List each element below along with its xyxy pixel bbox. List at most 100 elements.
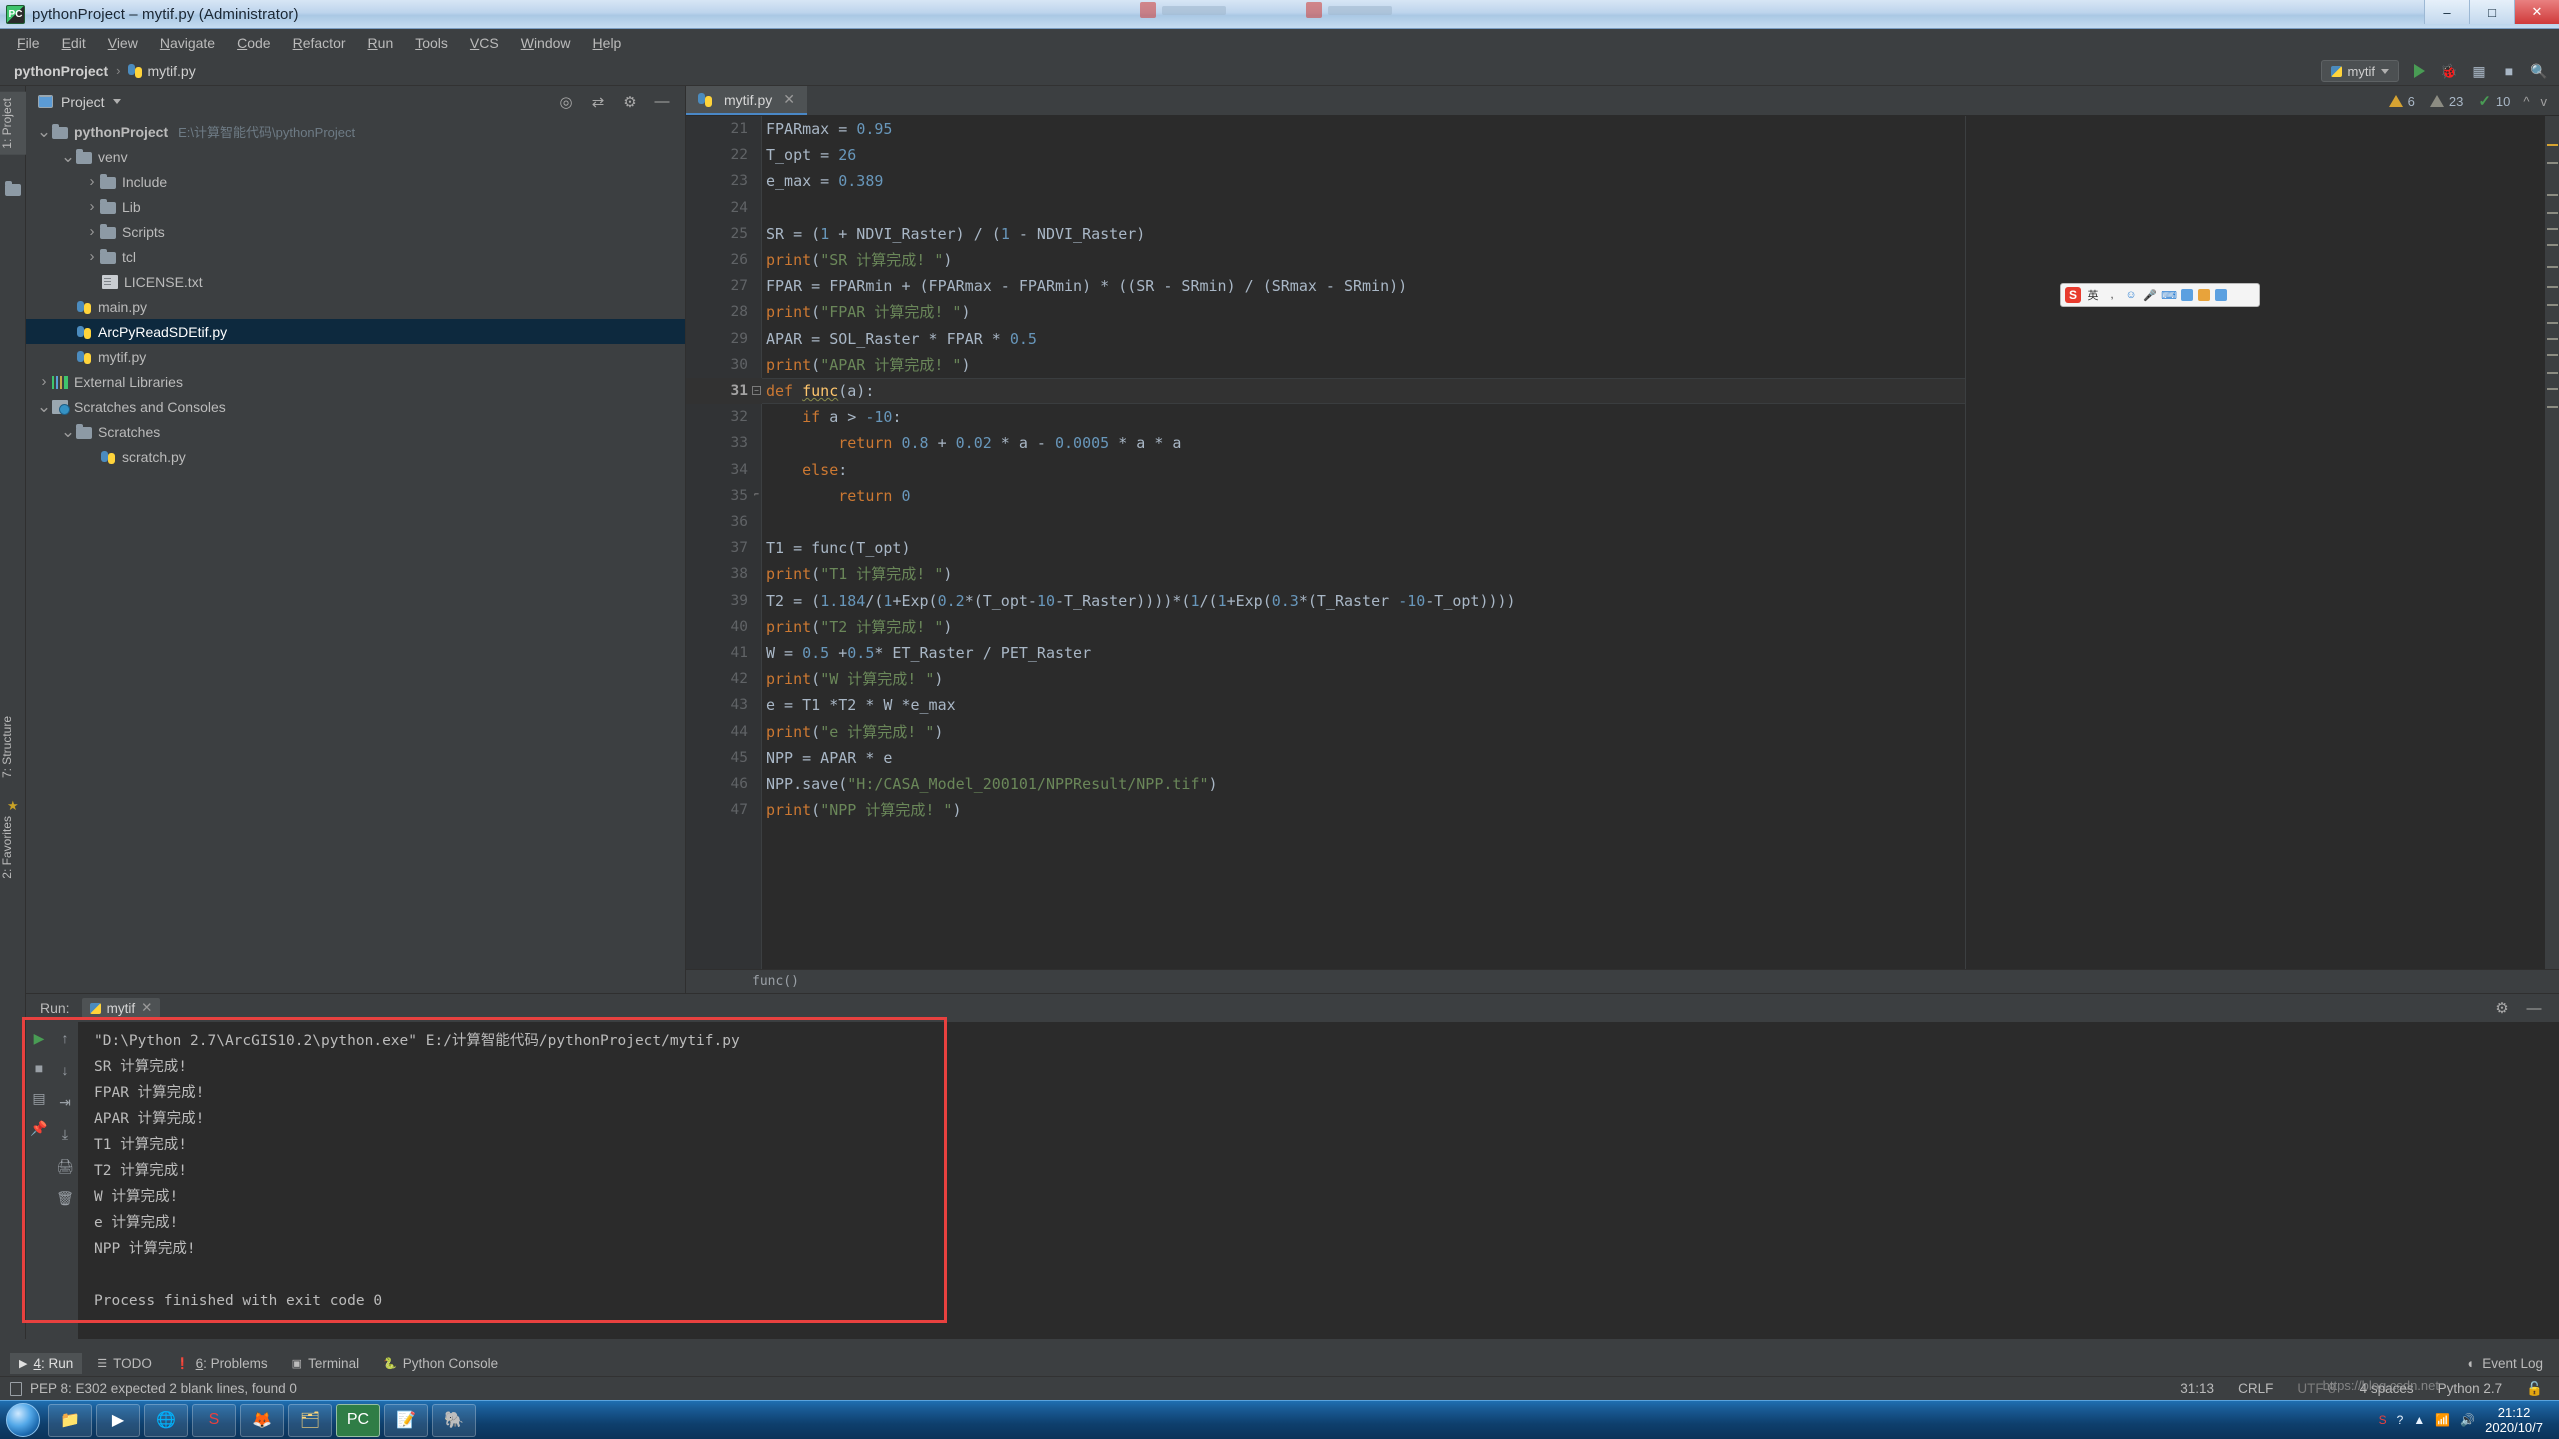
gear-icon[interactable]: ⚙ [2493,999,2511,1017]
taskbar-clock[interactable]: 21:12 2020/10/7 [2485,1405,2549,1435]
sidebar-item-project[interactable]: 1: Project [0,92,26,155]
ime-toolbar[interactable]: S 英 , ☺ 🎤 ⌨ [2060,283,2260,307]
breadcrumb-file[interactable]: mytif.py [147,63,195,79]
chevron-down-icon[interactable]: ⌄ [36,124,52,140]
tree-item-main-py[interactable]: main.py [26,294,685,319]
prev-problem-icon[interactable]: ^ [2519,94,2533,109]
unlocked-icon[interactable]: 🔓 [2526,1381,2543,1397]
error-stripe-mark[interactable] [2547,162,2558,164]
tree-item-arcpyreadsdetif-py[interactable]: ArcPyReadSDEtif.py [26,319,685,344]
bottom-tab-terminal[interactable]: ▣Terminal [283,1353,368,1374]
chevron-right-icon[interactable]: › [84,199,100,215]
taskbar-pycharm-icon[interactable]: PC [336,1404,380,1437]
chevron-down-icon[interactable]: ⌄ [60,149,76,165]
menu-item-help[interactable]: Help [582,32,633,54]
error-stripe-mark[interactable] [2547,212,2558,214]
error-stripe-mark[interactable] [2547,354,2558,356]
code-fold-icon[interactable]: − [752,386,761,395]
tree-item-mytif-py[interactable]: mytif.py [26,344,685,369]
scroll-to-end-icon[interactable]: ⤓ [57,1126,73,1142]
tree-item-venv[interactable]: ⌄venv [26,144,685,169]
pin-icon[interactable]: 📌 [31,1120,47,1136]
chevron-right-icon[interactable]: › [84,224,100,240]
tree-item-lib[interactable]: ›Lib [26,194,685,219]
menu-item-vcs[interactable]: VCS [459,32,510,54]
taskbar-folder-icon[interactable]: 🗂 [288,1404,332,1437]
tree-item-tcl[interactable]: ›tcl [26,244,685,269]
menu-item-refactor[interactable]: Refactor [282,32,357,54]
tree-item-scratches-and-consoles[interactable]: ⌄Scratches and Consoles [26,394,685,419]
start-orb[interactable] [6,1403,40,1437]
close-icon[interactable]: ✕ [783,91,795,108]
error-stripe-mark[interactable] [2547,388,2558,390]
error-stripe-mark[interactable] [2547,144,2558,146]
error-stripe[interactable] [2545,116,2559,993]
error-stripe-mark[interactable] [2547,406,2558,408]
taskbar-media-icon[interactable]: ▶ [96,1404,140,1437]
bottom-tab-python-console[interactable]: 🐍Python Console [374,1353,507,1374]
breadcrumb-project[interactable]: pythonProject [14,63,108,79]
code-fold-end-icon[interactable]: ⌐ [752,491,761,500]
bottom-tab-4-run[interactable]: ▶4: Run [10,1353,82,1374]
minimize-button[interactable]: – [2424,0,2469,24]
tab-mytif-py[interactable]: mytif.py ✕ [686,86,807,115]
volume-icon[interactable]: 🔊 [2460,1413,2475,1427]
sogou-logo-icon[interactable]: S [2065,287,2081,303]
event-log-button[interactable]: ◖Event Log [2466,1356,2559,1371]
tree-item-external-libraries[interactable]: ›External Libraries [26,369,685,394]
clear-all-icon[interactable]: 🗑 [57,1190,73,1206]
close-icon[interactable]: ✕ [141,1000,152,1016]
typo-count[interactable]: ✓ 10 [2472,92,2516,110]
down-icon[interactable]: ↓ [57,1062,73,1078]
error-stripe-mark[interactable] [2547,338,2558,340]
tree-item-pythonproject[interactable]: ⌄pythonProjectE:\计算智能代码\pythonProject [26,119,685,144]
taskbar-explorer-icon[interactable]: 📁 [48,1404,92,1437]
error-stripe-mark[interactable] [2547,372,2558,374]
sidebar-item-favorites[interactable]: 2: Favorites [0,810,26,885]
stop-button[interactable]: ■ [2499,61,2519,81]
help-icon[interactable]: ? [2397,1413,2404,1427]
menu-item-navigate[interactable]: Navigate [149,32,226,54]
error-stripe-mark[interactable] [2547,228,2558,230]
menu-item-file[interactable]: File [6,32,51,54]
sogou-tray-icon[interactable]: S [2379,1413,2387,1427]
chevron-down-icon[interactable] [113,99,121,104]
error-stripe-mark[interactable] [2547,286,2558,288]
menu-item-window[interactable]: Window [510,32,582,54]
close-button[interactable]: ✕ [2514,0,2559,24]
network-icon[interactable]: 📶 [2435,1413,2450,1427]
stop-icon[interactable]: ■ [31,1060,47,1076]
soft-wrap-icon[interactable]: ⇥ [57,1094,73,1110]
menu-item-view[interactable]: View [97,32,149,54]
coverage-button[interactable]: ▦ [2469,61,2489,81]
caret-position[interactable]: 31:13 [2180,1381,2214,1396]
minimize-icon[interactable]: — [2525,999,2543,1017]
menu-item-edit[interactable]: Edit [51,32,97,54]
chevron-down-icon[interactable]: ⌄ [36,399,52,415]
skin-icon[interactable] [2198,289,2210,301]
tree-item-include[interactable]: ›Include [26,169,685,194]
tree-item-scratch-py[interactable]: scratch.py [26,444,685,469]
menu-item-tools[interactable]: Tools [404,32,459,54]
code-editor[interactable]: 21FPARmax = 0.9522T_opt = 2623e_max = 0.… [686,116,2559,993]
ime-mode-label[interactable]: 英 [2086,288,2100,302]
chevron-right-icon[interactable]: › [36,374,52,390]
up-arrow-icon[interactable]: ▲ [2413,1413,2425,1427]
toolbox-icon[interactable] [2181,289,2193,301]
menu-item-run[interactable]: Run [357,32,405,54]
error-stripe-mark[interactable] [2547,194,2558,196]
debug-button[interactable]: 🐞 [2439,61,2459,81]
collapse-all-icon[interactable]: ⇄ [589,93,607,111]
run-configuration-selector[interactable]: mytif [2321,60,2399,82]
python-interpreter[interactable]: Python 2.7 [2438,1381,2503,1396]
line-separator[interactable]: CRLF [2238,1381,2273,1396]
rerun-icon[interactable]: ▶ [31,1030,47,1046]
layout-icon[interactable]: ▤ [31,1090,47,1106]
run-tab-mytif[interactable]: mytif ✕ [82,998,161,1018]
keyboard-icon[interactable]: ⌨ [2162,288,2176,302]
error-stripe-mark[interactable] [2547,266,2558,268]
weak-warning-count[interactable]: 23 [2424,94,2469,109]
print-icon[interactable]: 🖨 [57,1158,73,1174]
up-icon[interactable]: ↑ [57,1030,73,1046]
sidebar-item-structure[interactable]: 7: Structure [0,710,26,784]
